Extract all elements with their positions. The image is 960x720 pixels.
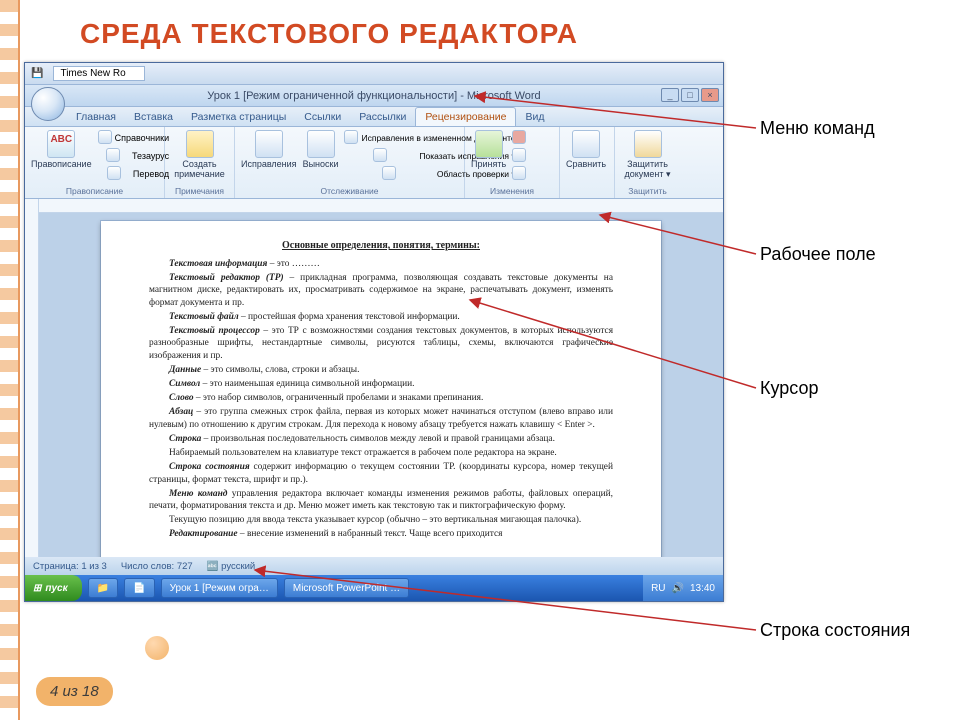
- horizontal-ruler[interactable]: [39, 199, 723, 213]
- tray-clock[interactable]: 13:40: [690, 583, 715, 594]
- status-bar[interactable]: Страница: 1 из 3 Число слов: 727 🔤 русск…: [25, 557, 723, 575]
- list-icon: [373, 148, 387, 162]
- prev-change-button[interactable]: [512, 148, 526, 164]
- maximize-button[interactable]: □: [681, 88, 699, 102]
- minimize-button[interactable]: _: [661, 88, 679, 102]
- slide-number: 4 из 18: [36, 677, 113, 706]
- slide-decor-strip: [0, 0, 20, 720]
- compare-button[interactable]: Сравнить: [566, 130, 606, 170]
- group-label: Примечания: [171, 186, 228, 196]
- group-label: Защитить: [621, 186, 674, 196]
- document-page[interactable]: Основные определения, понятия, термины: …: [101, 221, 661, 557]
- document-area: Основные определения, понятия, термины: …: [25, 199, 723, 557]
- translate-icon: [107, 166, 121, 180]
- decor-circle: [145, 636, 169, 660]
- reject-icon: [512, 130, 526, 144]
- tab-layout[interactable]: Разметка страницы: [182, 108, 295, 126]
- accept-icon: [475, 130, 503, 158]
- abc-icon: ABC: [47, 130, 75, 158]
- spelling-button[interactable]: ABC Правописание: [31, 130, 92, 170]
- protect-button[interactable]: Защитить документ ▾: [621, 130, 674, 180]
- callout-status: Строка состояния: [760, 620, 910, 641]
- new-comment-button[interactable]: Создать примечание: [171, 130, 228, 180]
- start-button[interactable]: ⊞ пуск: [25, 575, 82, 601]
- group-label: Правописание: [31, 186, 158, 196]
- comment-icon: [186, 130, 214, 158]
- taskbar-item[interactable]: 📁: [88, 578, 118, 598]
- app-icon: 📄: [133, 583, 145, 594]
- document-workarea[interactable]: Основные определения, понятия, термины: …: [39, 213, 723, 557]
- taskbar-item-powerpoint[interactable]: Microsoft PowerPoint …: [284, 578, 409, 598]
- qat-save-icon[interactable]: 💾: [31, 68, 43, 79]
- tab-home[interactable]: Главная: [67, 108, 125, 126]
- slide-title: СРЕДА ТЕКСТОВОГО РЕДАКТОРА: [80, 18, 578, 50]
- tab-insert[interactable]: Вставка: [125, 108, 182, 126]
- book-icon: [98, 130, 112, 144]
- close-button[interactable]: ×: [701, 88, 719, 102]
- translate-button[interactable]: Перевод: [98, 166, 170, 182]
- pane-icon: [382, 166, 396, 180]
- balloons-icon: [307, 130, 335, 158]
- accept-button[interactable]: Принять: [471, 130, 506, 170]
- compare-icon: [572, 130, 600, 158]
- tray-lang[interactable]: RU: [651, 583, 665, 594]
- ribbon-tabs: Главная Вставка Разметка страницы Ссылки…: [25, 107, 723, 127]
- quick-access-toolbar[interactable]: 💾 Times New Ro: [25, 63, 723, 85]
- lock-icon: [634, 130, 662, 158]
- window-titlebar: Урок 1 [Режим ограниченной функционально…: [25, 85, 723, 107]
- doc-heading: Основные определения, понятия, термины:: [149, 239, 613, 252]
- tray-icon[interactable]: 🔊: [672, 583, 684, 594]
- word-window: 💾 Times New Ro Урок 1 [Режим ограниченно…: [24, 62, 724, 602]
- callout-workarea: Рабочее поле: [760, 244, 876, 265]
- callout-cursor: Курсор: [760, 378, 819, 399]
- system-tray[interactable]: RU 🔊 13:40: [643, 575, 723, 601]
- status-page[interactable]: Страница: 1 из 3: [33, 561, 107, 572]
- windows-taskbar[interactable]: ⊞ пуск 📁 📄 Урок 1 [Режим огра… Microsoft…: [25, 575, 723, 601]
- tab-mailings[interactable]: Рассылки: [350, 108, 415, 126]
- group-label: Изменения: [471, 186, 553, 196]
- office-button[interactable]: [31, 87, 65, 121]
- prev-icon: [512, 148, 526, 162]
- balloons-button[interactable]: Выноски: [303, 130, 339, 170]
- trackchanges-icon: [255, 130, 283, 158]
- thesaurus-icon: [106, 148, 120, 162]
- track-changes-button[interactable]: Исправления: [241, 130, 297, 170]
- window-title: Урок 1 [Режим ограниченной функционально…: [207, 90, 540, 102]
- windows-logo-icon: ⊞: [33, 583, 41, 594]
- next-icon: [512, 166, 526, 180]
- font-selector[interactable]: Times New Ro: [53, 66, 144, 81]
- reject-button[interactable]: [512, 130, 526, 146]
- ribbon: ABC Правописание Справочники Тезаурус Пе…: [25, 127, 723, 199]
- doc-icon: [344, 130, 358, 144]
- research-button[interactable]: Справочники: [98, 130, 170, 146]
- taskbar-item[interactable]: 📄: [124, 578, 154, 598]
- group-label: Отслеживание: [241, 186, 458, 196]
- taskbar-item-word[interactable]: Урок 1 [Режим огра…: [161, 578, 278, 598]
- status-words[interactable]: Число слов: 727: [121, 561, 193, 572]
- tab-view[interactable]: Вид: [516, 108, 553, 126]
- callout-menu: Меню команд: [760, 118, 875, 139]
- next-change-button[interactable]: [512, 166, 526, 182]
- status-lang[interactable]: 🔤 русский: [207, 561, 256, 572]
- thesaurus-button[interactable]: Тезаурус: [98, 148, 170, 164]
- vertical-ruler[interactable]: [25, 199, 39, 557]
- tab-references[interactable]: Ссылки: [295, 108, 350, 126]
- app-icon: 📁: [97, 583, 109, 594]
- tab-review[interactable]: Рецензирование: [415, 107, 516, 126]
